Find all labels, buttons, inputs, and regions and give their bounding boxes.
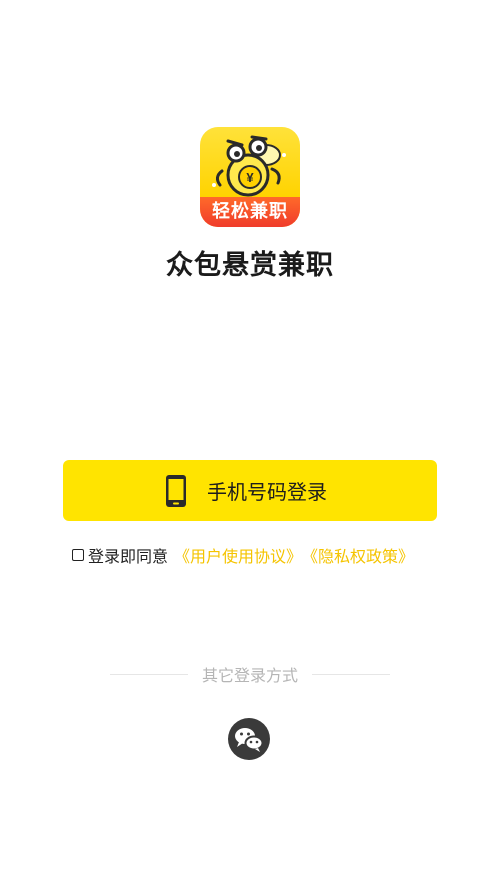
privacy-policy-link[interactable]: 《隐私权政策》: [302, 543, 414, 567]
app-title: 众包悬赏兼职: [166, 250, 334, 281]
divider-line-left: [110, 673, 188, 675]
agree-checkbox[interactable]: [72, 549, 84, 561]
phone-login-button[interactable]: 手机号码登录: [63, 460, 437, 521]
logo-ribbon-text: 轻松兼职: [200, 197, 300, 227]
divider-line-right: [312, 673, 391, 675]
other-login-divider: 其它登录方式: [110, 663, 391, 685]
wechat-icon: [235, 728, 264, 752]
svg-text:¥: ¥: [246, 170, 254, 185]
wechat-login-button[interactable]: [228, 718, 270, 760]
agreement-row: 登录即同意 《用户使用协议》 《隐私权政策》: [72, 543, 414, 567]
smartphone-icon: [166, 474, 186, 507]
login-screen: ¥ 轻松兼职 众包悬赏兼职 手机号码登录 登录即同意 《用户使用协议》 《隐私权…: [0, 0, 500, 889]
app-logo: ¥ 轻松兼职: [200, 127, 300, 227]
other-login-label: 其它登录方式: [202, 666, 299, 685]
phone-login-label: 手机号码登录: [207, 480, 327, 504]
agreement-prefix: 登录即同意: [88, 547, 169, 566]
user-agreement-link[interactable]: 《用户使用协议》: [174, 543, 302, 567]
